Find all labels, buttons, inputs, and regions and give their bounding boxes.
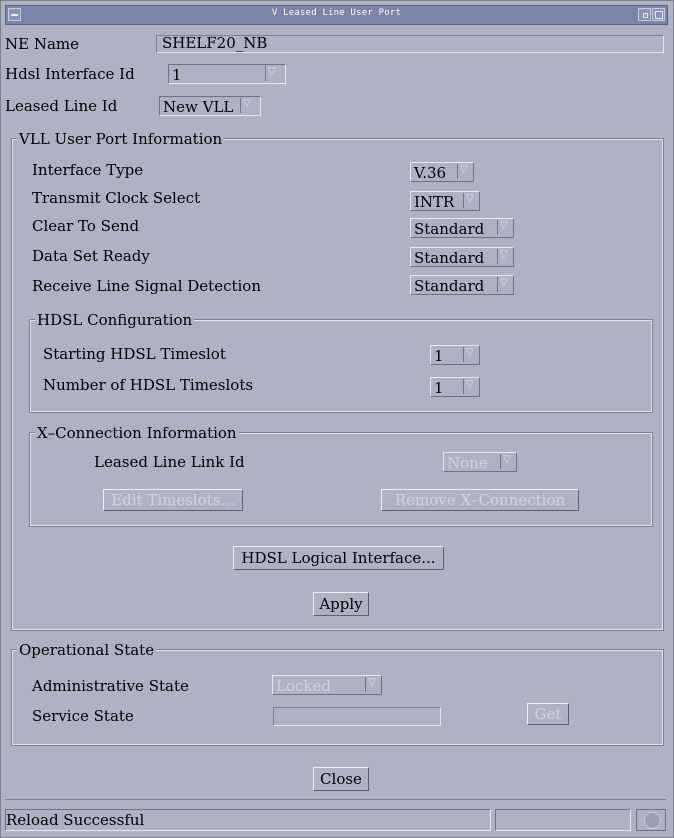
chevron-down-icon[interactable] bbox=[365, 677, 379, 692]
xconnection-group: X–Connection Information bbox=[29, 424, 653, 527]
leased-line-link-id-select[interactable]: None bbox=[443, 452, 517, 472]
starting-timeslot-value: 1 bbox=[434, 347, 444, 365]
service-state-field bbox=[273, 707, 441, 726]
data-set-ready-select[interactable]: Standard bbox=[410, 247, 514, 267]
ne-name-field: SHELF20_NB bbox=[156, 35, 664, 53]
chevron-down-icon[interactable] bbox=[497, 220, 511, 235]
admin-state-value: Locked bbox=[276, 677, 331, 695]
leased-line-id-value: New VLL bbox=[163, 98, 234, 116]
transmit-clock-label: Transmit Clock Select bbox=[32, 189, 201, 207]
receive-line-signal-value: Standard bbox=[414, 277, 485, 295]
title-bar[interactable]: V Leased Line User Port bbox=[5, 5, 668, 25]
service-state-label: Service State bbox=[32, 707, 134, 725]
ne-name-label: NE Name bbox=[5, 35, 80, 53]
transmit-clock-select[interactable]: INTR bbox=[410, 191, 480, 211]
clear-to-send-label: Clear To Send bbox=[32, 217, 140, 235]
admin-state-label: Administrative State bbox=[32, 677, 189, 695]
status-light-icon bbox=[636, 809, 666, 831]
apply-button[interactable]: Apply bbox=[313, 592, 369, 616]
hdsl-interface-id-label: Hdsl Interface Id bbox=[5, 65, 135, 83]
clear-to-send-select[interactable]: Standard bbox=[410, 218, 514, 238]
receive-line-signal-label: Receive Line Signal Detection bbox=[32, 277, 261, 295]
hdsl-configuration-group: HDSL Configuration bbox=[29, 311, 653, 413]
leased-line-id-select[interactable]: New VLL bbox=[159, 96, 261, 116]
remove-xconnection-button[interactable]: Remove X–Connection bbox=[381, 489, 579, 511]
admin-state-select[interactable]: Locked bbox=[272, 675, 382, 695]
num-timeslots-value: 1 bbox=[434, 379, 444, 397]
operational-state-group: Operational State bbox=[11, 641, 664, 746]
hdsl-logical-interface-button[interactable]: HDSL Logical Interface... bbox=[233, 546, 444, 570]
interface-type-select[interactable]: V.36 bbox=[410, 162, 474, 182]
leased-line-link-id-label: Leased Line Link Id bbox=[94, 453, 245, 471]
transmit-clock-value: INTR bbox=[414, 193, 455, 211]
chevron-down-icon[interactable] bbox=[463, 379, 477, 394]
chevron-down-icon[interactable] bbox=[497, 249, 511, 264]
chevron-down-icon[interactable] bbox=[497, 277, 511, 292]
dialog-window: V Leased Line User Port NE Name SHELF20_… bbox=[0, 0, 674, 838]
vll-user-port-legend: VLL User Port Information bbox=[17, 130, 225, 148]
chevron-down-icon[interactable] bbox=[240, 98, 254, 113]
num-timeslots-select[interactable]: 1 bbox=[430, 377, 480, 397]
window-title: V Leased Line User Port bbox=[271, 8, 402, 18]
status-cell bbox=[495, 809, 631, 831]
hdsl-interface-id-value: 1 bbox=[172, 66, 182, 84]
maximize-icon[interactable] bbox=[652, 8, 665, 21]
close-button[interactable]: Close bbox=[313, 767, 369, 791]
chevron-down-icon[interactable] bbox=[457, 164, 471, 179]
starting-timeslot-select[interactable]: 1 bbox=[430, 345, 480, 365]
operational-state-legend: Operational State bbox=[17, 641, 157, 659]
interface-type-value: V.36 bbox=[414, 164, 447, 182]
leased-line-id-label: Leased Line Id bbox=[5, 97, 118, 115]
interface-type-label: Interface Type bbox=[32, 161, 144, 179]
chevron-down-icon[interactable] bbox=[463, 193, 477, 208]
data-set-ready-value: Standard bbox=[414, 249, 485, 267]
status-bar: Reload Successful bbox=[5, 809, 666, 831]
starting-timeslot-label: Starting HDSL Timeslot bbox=[43, 345, 226, 363]
receive-line-signal-select[interactable]: Standard bbox=[410, 275, 514, 295]
num-timeslots-label: Number of HDSL Timeslots bbox=[43, 376, 254, 394]
status-message: Reload Successful bbox=[5, 809, 491, 831]
chevron-down-icon[interactable] bbox=[463, 347, 477, 362]
edit-timeslots-button[interactable]: Edit Timeslots... bbox=[103, 489, 243, 511]
hdsl-interface-id-select[interactable]: 1 bbox=[168, 64, 286, 84]
hdsl-configuration-legend: HDSL Configuration bbox=[35, 311, 195, 329]
get-button[interactable]: Get bbox=[527, 703, 569, 725]
status-separator bbox=[5, 799, 666, 800]
leased-line-link-id-value: None bbox=[447, 454, 488, 472]
minimize-icon[interactable] bbox=[638, 8, 651, 21]
data-set-ready-label: Data Set Ready bbox=[32, 247, 150, 265]
clear-to-send-value: Standard bbox=[414, 220, 485, 238]
chevron-down-icon[interactable] bbox=[265, 66, 279, 81]
chevron-down-icon[interactable] bbox=[500, 454, 514, 469]
xconnection-legend: X–Connection Information bbox=[35, 424, 239, 442]
